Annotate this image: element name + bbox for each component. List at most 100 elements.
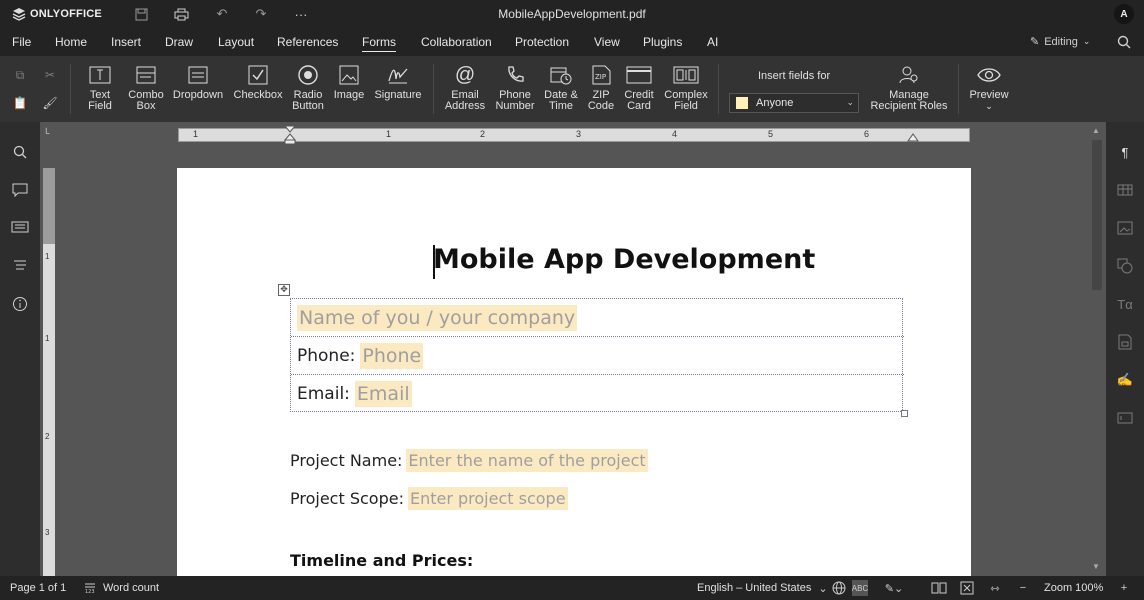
- dropdown-button[interactable]: Dropdown: [172, 64, 224, 101]
- chevron-down-icon[interactable]: ⌄: [815, 580, 831, 596]
- page-indicator[interactable]: Page 1 of 1: [10, 582, 66, 594]
- complex-field-button[interactable]: Complex Field: [662, 64, 710, 112]
- phone-icon: [493, 64, 537, 86]
- menu-draw[interactable]: Draw: [165, 35, 193, 49]
- cut-icon[interactable]: ✂: [42, 67, 58, 83]
- format-painter-icon[interactable]: 🖌: [42, 95, 58, 111]
- zoom-in-icon[interactable]: +: [1116, 580, 1132, 596]
- project-name-field[interactable]: Enter the name of the project: [406, 449, 648, 472]
- tab-stop-selector[interactable]: └: [43, 128, 55, 142]
- mail-merge-icon[interactable]: [1116, 333, 1134, 351]
- email-address-button[interactable]: @ Email Address: [442, 64, 488, 112]
- search-icon[interactable]: [11, 143, 29, 161]
- info-icon[interactable]: [11, 295, 29, 313]
- menu-plugins[interactable]: Plugins: [643, 35, 682, 49]
- spell-check-icon[interactable]: ABC: [852, 580, 868, 596]
- text-field-button[interactable]: Text Field: [80, 64, 120, 112]
- form-settings-icon[interactable]: [1116, 409, 1134, 427]
- paste-icon[interactable]: 📋: [12, 95, 28, 111]
- track-changes-icon[interactable]: ✎⌄: [885, 580, 903, 596]
- right-sidebar: ¶ Tα ✍: [1106, 122, 1144, 576]
- menu-bar: File Home Insert Draw Layout References …: [0, 28, 1144, 56]
- recipient-select[interactable]: Anyone ⌄: [729, 93, 859, 113]
- fit-to-page-icon[interactable]: [959, 580, 975, 596]
- signature-settings-icon[interactable]: ✍: [1116, 371, 1134, 389]
- recipient-color-swatch: [736, 97, 748, 109]
- scroll-down-icon[interactable]: ▼: [1092, 562, 1102, 572]
- language-select[interactable]: English – United States: [697, 582, 811, 594]
- company-field[interactable]: Name of you / your company: [297, 304, 578, 331]
- menu-ai[interactable]: AI: [707, 35, 718, 49]
- timeline-heading: Timeline and Prices:: [290, 551, 474, 570]
- scrollbar-thumb[interactable]: [1092, 140, 1102, 290]
- signature-label: Signature: [374, 89, 422, 101]
- vertical-ruler[interactable]: 1 1 2 3: [43, 168, 55, 576]
- date-time-button[interactable]: Date & Time: [541, 64, 581, 112]
- table-resize-handle[interactable]: [901, 410, 908, 417]
- radio-button-button[interactable]: Radio Button: [288, 64, 328, 112]
- image-button[interactable]: Image: [332, 64, 366, 101]
- title-bar: ONLYOFFICE ↶ ↷ ··· MobileAppDevelopment.…: [0, 0, 1144, 28]
- editing-mode-button[interactable]: ✎ Editing ⌄: [1030, 35, 1090, 49]
- table-move-icon[interactable]: ✥: [278, 284, 290, 296]
- globe-icon[interactable]: [831, 580, 847, 596]
- shape-settings-icon[interactable]: [1116, 257, 1134, 275]
- signature-button[interactable]: Signature: [372, 64, 424, 101]
- vruler-number: 1: [45, 334, 50, 343]
- user-avatar[interactable]: A: [1114, 4, 1134, 24]
- calendar-clock-icon: [541, 64, 581, 86]
- email-field[interactable]: Email: [354, 381, 412, 407]
- paragraph-settings-icon[interactable]: ¶: [1116, 143, 1134, 161]
- email-address-label-2: Address: [444, 100, 486, 112]
- checkbox-button[interactable]: Checkbox: [232, 64, 284, 101]
- ruler-number: 4: [672, 129, 678, 139]
- zoom-level[interactable]: Zoom 100%: [1044, 582, 1103, 594]
- manage-roles-label-2: Recipient Roles: [870, 100, 948, 112]
- right-indent-marker[interactable]: [907, 132, 919, 142]
- zip-code-label-2: Code: [587, 100, 615, 112]
- preview-button[interactable]: Preview ⌄: [966, 64, 1012, 112]
- at-sign-icon: @: [454, 63, 476, 86]
- vertical-scrollbar[interactable]: ▲ ▼: [1090, 126, 1104, 574]
- chevron-down-icon: ⌄: [985, 101, 993, 111]
- manage-recipient-roles-button[interactable]: Manage Recipient Roles: [866, 64, 952, 112]
- combo-box-button[interactable]: Combo Box: [126, 64, 166, 112]
- table-settings-icon[interactable]: [1116, 181, 1134, 199]
- ruler-number: 3: [576, 129, 582, 139]
- recipient-selected-value: Anyone: [756, 97, 794, 109]
- menu-references[interactable]: References: [277, 35, 338, 49]
- word-count-button[interactable]: Word count: [103, 582, 159, 594]
- text-art-settings-icon[interactable]: Tα: [1116, 295, 1134, 313]
- copy-icon[interactable]: ⧉: [12, 67, 28, 83]
- status-bar: Page 1 of 1 123 Word count English – Uni…: [0, 576, 1144, 600]
- menu-collaboration[interactable]: Collaboration: [421, 35, 492, 49]
- menu-layout[interactable]: Layout: [218, 35, 254, 49]
- search-icon[interactable]: [1115, 33, 1133, 51]
- horizontal-ruler[interactable]: 1 1 2 3 4 5 6: [178, 125, 970, 145]
- zip-code-icon: ZIP: [584, 64, 618, 86]
- menu-forms[interactable]: Forms: [362, 35, 396, 52]
- menu-insert[interactable]: Insert: [111, 35, 141, 49]
- document-heading[interactable]: Mobile App Development: [433, 244, 815, 275]
- menu-protection[interactable]: Protection: [515, 35, 569, 49]
- two-page-view-icon[interactable]: [931, 580, 947, 596]
- fit-to-width-icon[interactable]: ⇿: [987, 580, 1003, 596]
- credit-card-button[interactable]: Credit Card: [621, 64, 657, 112]
- document-page[interactable]: Mobile App Development ✥ Name of you / y…: [177, 168, 971, 578]
- first-line-indent-marker[interactable]: [284, 125, 296, 145]
- phone-field[interactable]: Phone: [360, 342, 424, 369]
- zip-code-button[interactable]: ZIP ZIP Code: [584, 64, 618, 112]
- menu-file[interactable]: File: [12, 35, 31, 49]
- image-settings-icon[interactable]: [1116, 219, 1134, 237]
- phone-number-button[interactable]: Phone Number: [493, 64, 537, 112]
- project-scope-field[interactable]: Enter project scope: [407, 487, 568, 510]
- vruler-number: 3: [45, 528, 50, 537]
- chat-icon[interactable]: [11, 219, 29, 237]
- menu-home[interactable]: Home: [55, 35, 87, 49]
- vruler-number: 1: [45, 252, 50, 261]
- menu-view[interactable]: View: [594, 35, 620, 49]
- comments-icon[interactable]: [11, 181, 29, 199]
- navigation-icon[interactable]: [11, 257, 29, 275]
- scroll-up-icon[interactable]: ▲: [1092, 126, 1102, 136]
- zoom-out-icon[interactable]: −: [1015, 580, 1031, 596]
